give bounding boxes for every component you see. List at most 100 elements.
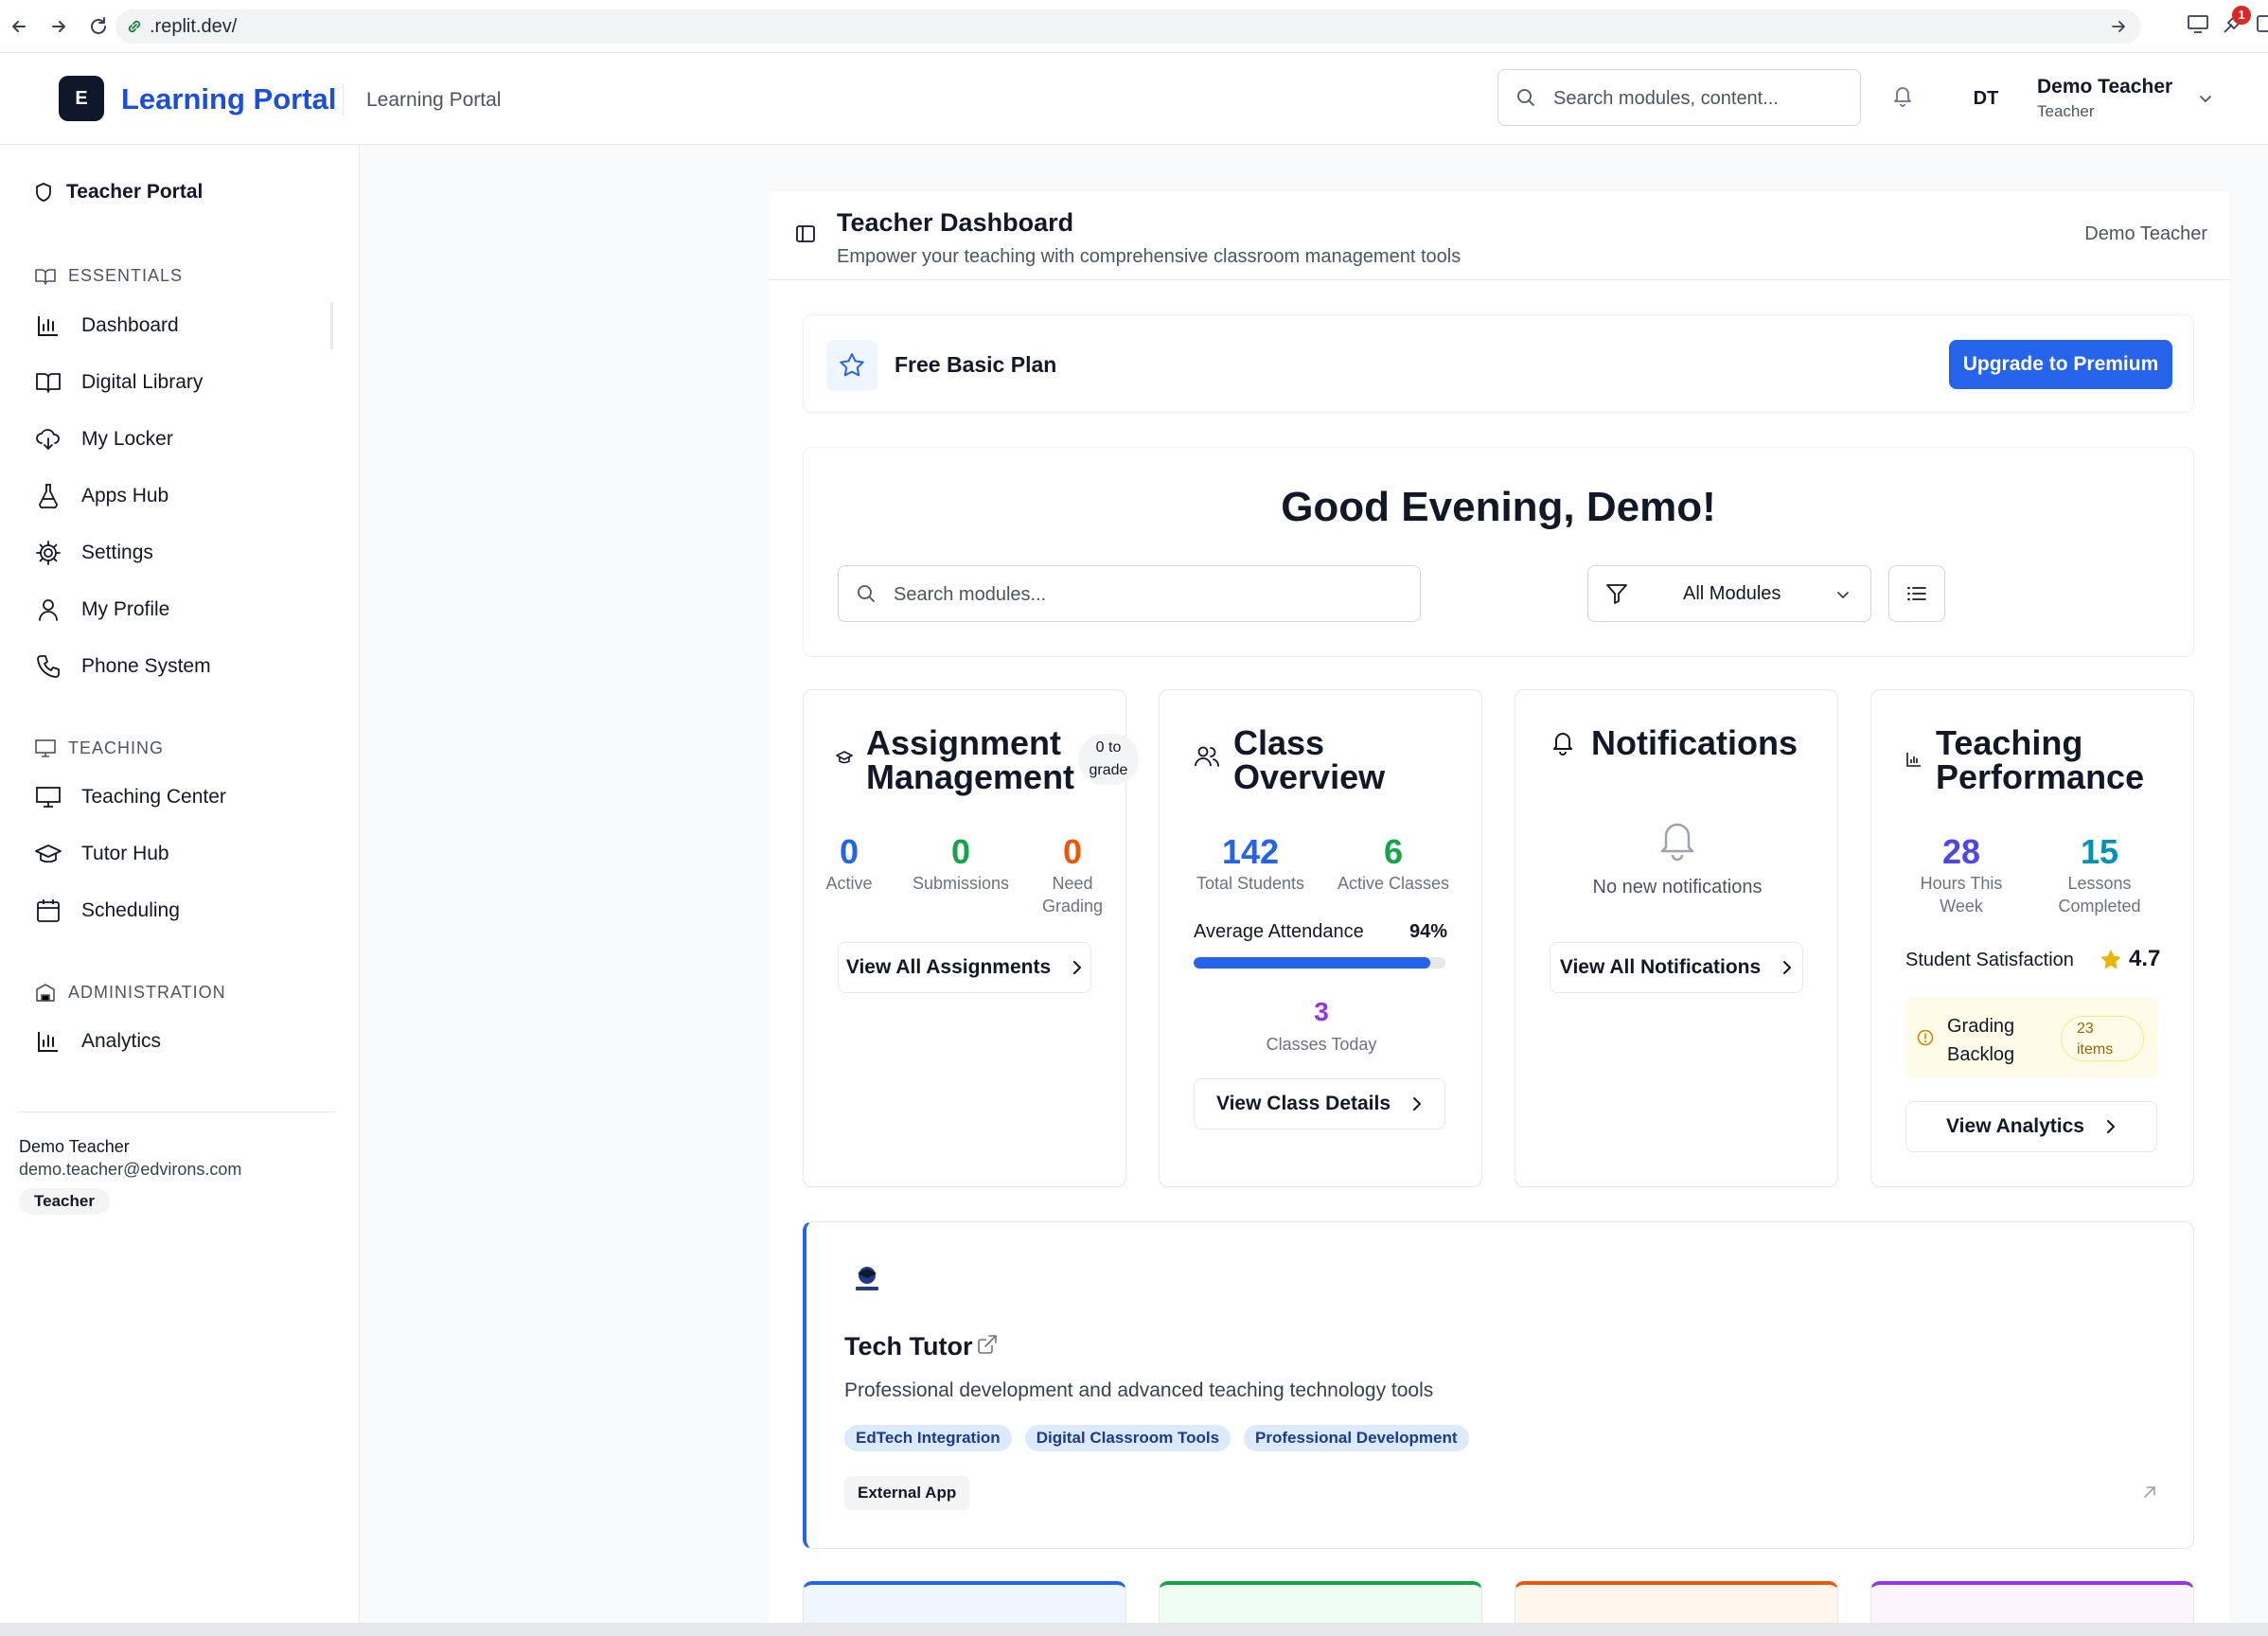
sidebar-portal-title: Teacher Portal — [34, 181, 203, 204]
dashboard-user-label: Demo Teacher — [2084, 223, 2207, 244]
view-class-details-button[interactable]: View Class Details — [1194, 1078, 1445, 1129]
header-search-input[interactable] — [1553, 85, 1847, 112]
chevron-right-icon — [2105, 1119, 2117, 1134]
bell-icon — [1550, 728, 1576, 756]
external-link-icon[interactable] — [977, 1334, 998, 1355]
sidebar-item-my-locker[interactable]: My Locker — [34, 416, 333, 463]
classes-today-label: Classes Today — [1266, 1035, 1377, 1054]
filter-icon — [1605, 583, 1628, 604]
sidebar-item-label: My Locker — [81, 428, 173, 450]
back-icon[interactable] — [4, 11, 34, 42]
notifications-card: Notifications No new notifications View … — [1515, 689, 1838, 1187]
notification-bell-icon[interactable] — [1891, 83, 1914, 108]
sidebar-item-label: Digital Library — [81, 371, 204, 393]
go-arrow-icon[interactable] — [2109, 17, 2128, 36]
chevron-down-icon[interactable] — [2196, 89, 2215, 108]
list-view-button[interactable] — [1888, 565, 1945, 622]
submissions-label: Submissions — [912, 874, 1010, 893]
sidebar-item-settings[interactable]: Settings — [34, 529, 333, 577]
section-administration: ADMINISTRATION — [34, 982, 226, 1003]
to-grade-badge: 0 to grade — [1078, 734, 1139, 785]
user-name[interactable]: Demo Teacher — [2037, 76, 2172, 98]
site-info-icon[interactable] — [125, 17, 144, 36]
greeting-card: Good Evening, Demo! All Modules — [803, 447, 2194, 657]
tech-tutor-tags: EdTech Integration Digital Classroom Too… — [844, 1425, 1469, 1451]
flask-icon — [34, 483, 62, 509]
user-icon — [34, 597, 62, 622]
brand-logo[interactable]: E — [59, 76, 104, 121]
sidebar-portal-label: Teacher Portal — [66, 181, 204, 203]
app-header: E Learning Portal Learning Portal DT Dem… — [0, 53, 2268, 145]
browser-toolbar: .replit.dev/ 1 — [0, 0, 2268, 53]
search-icon — [1515, 87, 1536, 108]
graduation-cap-icon — [34, 843, 62, 865]
module-search[interactable] — [838, 565, 1421, 622]
extension-badge: 1 — [2232, 6, 2251, 25]
external-app-badge: External App — [844, 1476, 970, 1510]
header-search[interactable] — [1497, 69, 1861, 126]
sidebar-toggle-icon[interactable] — [795, 223, 816, 244]
forward-icon[interactable] — [44, 11, 74, 42]
sidebar-item-digital-library[interactable]: Digital Library — [34, 359, 333, 406]
avatar[interactable]: DT — [1963, 81, 2009, 116]
search-icon — [856, 583, 877, 604]
need-grading-count: 0 — [1062, 832, 1083, 871]
module-search-input[interactable] — [894, 581, 1405, 608]
sidebar-item-phone-system[interactable]: Phone System — [34, 643, 333, 690]
section-essentials: ESSENTIALS — [34, 266, 183, 286]
sidebar-item-teaching-center[interactable]: Teaching Center — [34, 774, 333, 821]
view-all-notifications-button[interactable]: View All Notifications — [1550, 942, 1803, 993]
sidebar-item-scheduling[interactable]: Scheduling — [34, 887, 333, 934]
view-analytics-button[interactable]: View Analytics — [1905, 1101, 2157, 1152]
brand-title[interactable]: Learning Portal — [121, 82, 336, 116]
page-title: Teacher Dashboard — [837, 208, 1074, 237]
cloud-download-icon — [34, 427, 62, 452]
star-filled-icon — [2099, 948, 2123, 972]
section-administration-label: ADMINISTRATION — [68, 982, 226, 1002]
section-essentials-label: ESSENTIALS — [68, 266, 184, 285]
greeting-title: Good Evening, Demo! — [1281, 484, 1716, 530]
arrow-up-right-icon[interactable] — [2141, 1484, 2158, 1501]
tech-tutor-description: Professional development and advanced te… — [844, 1379, 1434, 1401]
reload-icon[interactable] — [83, 11, 114, 42]
sidebar-item-analytics[interactable]: Analytics — [34, 1018, 333, 1065]
presentation-icon — [34, 738, 57, 758]
brand-subtitle: Learning Portal — [366, 89, 502, 111]
tech-tutor-card[interactable]: Tech Tutor Professional development and … — [803, 1221, 2194, 1549]
sidebar-item-label: Settings — [81, 542, 153, 563]
upgrade-button[interactable]: Upgrade to Premium — [1949, 340, 2172, 389]
card-title: Teaching Performance — [1936, 723, 2145, 796]
card-title: Assignment Management — [866, 723, 1075, 796]
sidebar-item-tutor-hub[interactable]: Tutor Hub — [34, 830, 333, 878]
total-students-label: Total Students — [1196, 874, 1305, 893]
lessons-completed-count: 15 — [2080, 832, 2119, 871]
sidebar-item-dashboard[interactable]: Dashboard — [34, 302, 333, 349]
tech-tutor-logo — [848, 1260, 886, 1298]
sidebar-item-label: Teaching Center — [81, 786, 226, 808]
no-notifications-text: No new notifications — [1592, 877, 1763, 898]
plan-card: Free Basic Plan Upgrade to Premium — [803, 314, 2194, 413]
grading-backlog-count: 23 items — [2061, 1016, 2144, 1061]
cast-icon[interactable] — [2187, 13, 2209, 34]
view-all-assignments-button[interactable]: View All Assignments — [838, 942, 1091, 993]
active-classes-label: Active Classes — [1337, 874, 1450, 893]
sidebar-item-apps-hub[interactable]: Apps Hub — [34, 472, 333, 520]
sidebar-item-my-profile[interactable]: My Profile — [34, 586, 333, 633]
attendance-progress-bar — [1194, 957, 1445, 969]
users-icon — [1194, 745, 1220, 768]
address-bar[interactable]: .replit.dev/ — [115, 9, 2141, 44]
star-icon — [826, 340, 877, 391]
grading-backlog-box: Grading Backlog 23 items — [1905, 997, 2157, 1078]
sidebar-item-label: Apps Hub — [81, 485, 169, 507]
module-filter-select[interactable]: All Modules — [1587, 565, 1871, 622]
horizontal-scrollbar[interactable] — [0, 1623, 2268, 1636]
bar-chart-icon — [34, 313, 62, 338]
need-grading-label: Need Grading — [1041, 874, 1104, 916]
bell-empty-icon — [1656, 815, 1699, 862]
satisfaction-label: Student Satisfaction — [1905, 950, 2074, 970]
presentation-icon — [34, 785, 62, 809]
hours-this-week-label: Hours This Week — [1920, 874, 2003, 916]
attendance-label: Average Attendance — [1194, 921, 1364, 942]
tech-tutor-title[interactable]: Tech Tutor — [844, 1332, 973, 1361]
sidepanel-icon[interactable] — [2257, 13, 2268, 34]
